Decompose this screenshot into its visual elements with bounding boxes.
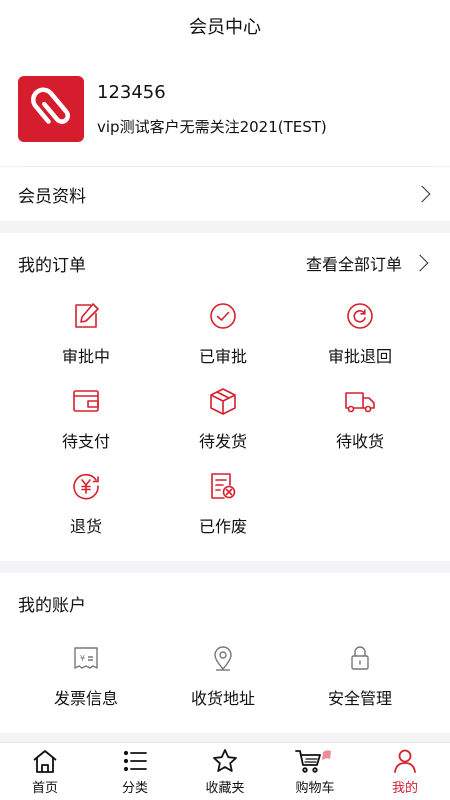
wallet-icon: [73, 390, 99, 412]
lock-icon: [351, 646, 369, 670]
cart-icon: [295, 750, 331, 773]
account-security[interactable]: 安全管理: [300, 643, 420, 713]
paperclip-logo-icon: [31, 87, 71, 124]
account-shipping-address[interactable]: 收货地址: [163, 643, 283, 713]
view-all-orders-link[interactable]: 查看全部订单: [306, 251, 402, 275]
check-circle-icon: [210, 303, 236, 329]
tab-label: 分类: [121, 781, 148, 796]
order-status-pending-approval[interactable]: 审批中: [26, 301, 146, 371]
location-pin-icon: [214, 646, 232, 671]
tab-label: 购物车: [295, 781, 335, 796]
order-status-approved[interactable]: 已审批: [163, 301, 283, 371]
star-icon: [213, 749, 237, 772]
order-status-label: 审批中: [61, 347, 110, 366]
chevron-right-icon[interactable]: [411, 254, 429, 272]
order-status-label: 退货: [69, 517, 102, 536]
list-icon: [123, 750, 147, 772]
user-icon: [394, 749, 416, 773]
edit-icon: [75, 303, 99, 328]
tab-home[interactable]: 首页: [0, 743, 90, 800]
order-status-awaiting-shipment[interactable]: 待发货: [163, 386, 283, 456]
order-status-label: 待支付: [61, 432, 110, 451]
home-icon: [33, 750, 57, 773]
page-title: 会员中心: [189, 17, 261, 38]
avatar[interactable]: [18, 76, 84, 142]
tab-mine[interactable]: 我的: [360, 743, 450, 800]
orders-section: 我的订单 查看全部订单 审批中 已审批 审批退回 待支付 待发货 待收货 退货 …: [0, 233, 450, 561]
tab-label: 首页: [31, 781, 58, 796]
order-status-returned-approval[interactable]: 审批退回: [300, 301, 420, 371]
accounts-section: 我的账户 ¥ 发票信息 收货地址 安全管理: [0, 573, 450, 733]
order-status-label: 待收货: [335, 432, 384, 451]
member-info-label: 会员资料: [18, 186, 86, 207]
tab-label: 我的: [391, 781, 418, 796]
orders-title: 我的订单: [18, 256, 86, 276]
order-status-label: 审批退回: [327, 347, 392, 366]
order-status-awaiting-payment[interactable]: 待支付: [26, 386, 146, 456]
order-status-label: 已审批: [198, 347, 247, 366]
order-status-voided[interactable]: 已作废: [163, 471, 283, 541]
member-info-row[interactable]: 会员资料: [0, 167, 450, 221]
order-status-label: 待发货: [198, 432, 247, 451]
account-item-label: 发票信息: [53, 689, 118, 708]
tab-favorites[interactable]: 收藏夹: [180, 743, 270, 800]
void-document-icon: [211, 473, 236, 499]
accounts-title: 我的账户: [18, 596, 86, 616]
user-id: 123456: [97, 82, 166, 103]
user-description: vip测试客户无需关注2021(TEST): [97, 118, 327, 136]
account-item-label: 收货地址: [190, 689, 255, 708]
bottom-tab-bar: 首页 分类 收藏夹 购物车 我的: [0, 742, 450, 800]
account-invoice-info[interactable]: ¥ 发票信息: [26, 643, 146, 713]
tab-label: 收藏夹: [205, 781, 245, 796]
order-status-label: 已作废: [198, 517, 247, 536]
invoice-icon: ¥: [74, 647, 98, 669]
order-status-refund[interactable]: 退货: [26, 471, 146, 541]
account-item-label: 安全管理: [327, 689, 392, 708]
tab-cart[interactable]: 购物车: [270, 743, 360, 800]
yuan-refund-icon: [73, 473, 99, 500]
truck-icon: [345, 392, 375, 413]
page-header: 会员中心: [0, 0, 450, 52]
order-status-awaiting-receipt[interactable]: 待收货: [300, 386, 420, 456]
chevron-right-icon: [413, 185, 431, 203]
return-circle-icon: [347, 303, 373, 329]
tab-category[interactable]: 分类: [90, 743, 180, 800]
svg-text:¥: ¥: [80, 654, 85, 663]
package-icon: [210, 388, 236, 415]
profile-card: 123456 vip测试客户无需关注2021(TEST): [0, 52, 450, 166]
